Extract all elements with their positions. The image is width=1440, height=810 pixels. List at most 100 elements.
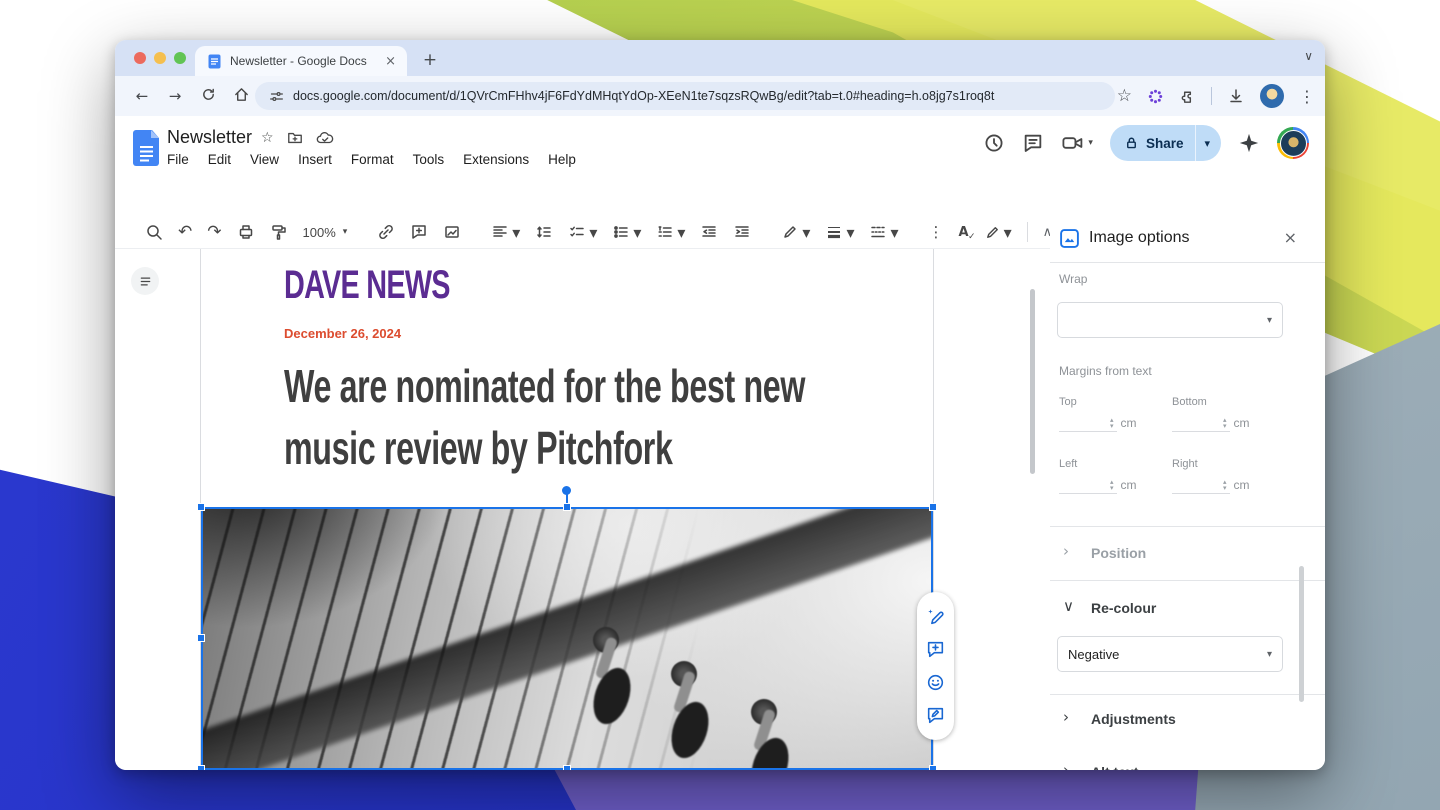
margin-bottom-stepper[interactable]: ▴▾ <box>1223 417 1227 432</box>
extensions-puzzle-icon[interactable] <box>1179 88 1196 105</box>
move-folder-icon[interactable] <box>287 130 303 146</box>
back-icon[interactable]: ← <box>127 87 157 105</box>
document-title[interactable]: Newsletter <box>167 127 252 148</box>
section-alt-text[interactable]: Alt text <box>1091 764 1138 770</box>
resize-handle-bottom-right[interactable] <box>929 765 937 770</box>
wrap-dropdown[interactable]: ▾ <box>1057 302 1283 338</box>
google-docs-logo[interactable] <box>133 130 160 166</box>
window-fullscreen-button[interactable] <box>174 52 186 64</box>
add-comment-icon[interactable] <box>410 223 428 241</box>
margin-right-field[interactable]: ▴▾ cm <box>1172 474 1250 494</box>
section-position[interactable]: Position <box>1091 545 1146 561</box>
margin-left-field[interactable]: ▴▾ cm <box>1059 474 1137 494</box>
panel-close-icon[interactable]: × <box>1284 228 1297 247</box>
resize-handle-bottom-left[interactable] <box>197 765 205 770</box>
tab-close-icon[interactable]: × <box>382 54 399 69</box>
star-doc-icon[interactable]: ☆ <box>261 130 274 146</box>
toolbar-more-icon[interactable]: ⋮ <box>929 223 944 241</box>
emoji-reaction-button[interactable] <box>925 672 946 693</box>
search-menus-icon[interactable] <box>145 223 163 241</box>
adjustments-chevron-icon[interactable]: › <box>1063 708 1069 726</box>
spellcheck-icon[interactable]: A✓ <box>959 224 969 240</box>
editing-mode-icon[interactable]: ▾ <box>984 223 1012 242</box>
menu-insert[interactable]: Insert <box>298 152 332 167</box>
reload-icon[interactable] <box>193 86 223 107</box>
browser-profile-avatar[interactable] <box>1260 84 1284 108</box>
recolour-dropdown[interactable]: Negative ▾ <box>1057 636 1283 672</box>
position-chevron-icon[interactable]: › <box>1063 542 1069 560</box>
menu-edit[interactable]: Edit <box>208 152 231 167</box>
add-comment-button[interactable] <box>925 639 946 660</box>
forward-icon[interactable]: → <box>160 87 190 105</box>
download-icon[interactable] <box>1227 87 1245 105</box>
resize-handle-top-left[interactable] <box>197 503 205 511</box>
home-icon[interactable] <box>226 86 256 107</box>
menu-extensions[interactable]: Extensions <box>463 152 529 167</box>
document-outline-button[interactable] <box>131 267 159 295</box>
section-adjustments[interactable]: Adjustments <box>1091 711 1176 727</box>
window-close-button[interactable] <box>134 52 146 64</box>
browser-menu-icon[interactable]: ⋮ <box>1299 87 1315 106</box>
suggest-edits-button[interactable] <box>925 705 946 726</box>
decrease-indent-icon[interactable] <box>700 223 718 241</box>
margin-left-stepper[interactable]: ▴▾ <box>1110 479 1114 494</box>
resize-handle-mid-left[interactable] <box>197 634 205 642</box>
tab-search-chevron-icon[interactable]: ∨ <box>1304 49 1313 63</box>
zoom-select[interactable]: 100% ▾ <box>303 225 348 240</box>
newsletter-date-text[interactable]: December 26, 2024 <box>284 326 401 341</box>
purple-extension-icon[interactable] <box>1147 88 1164 105</box>
document-scrollbar[interactable] <box>1030 289 1035 474</box>
version-history-icon[interactable] <box>983 132 1005 154</box>
new-tab-button[interactable]: + <box>417 48 443 74</box>
resize-handle-bottom-center[interactable] <box>563 765 571 770</box>
insert-link-icon[interactable] <box>377 223 395 241</box>
checklist-icon[interactable]: ▾ <box>568 223 597 242</box>
menu-view[interactable]: View <box>250 152 279 167</box>
meet-caret-icon[interactable]: ▾ <box>1088 138 1093 148</box>
gemini-edit-image-button[interactable] <box>925 606 946 627</box>
alt-text-chevron-icon[interactable]: › <box>1063 761 1069 770</box>
border-weight-icon[interactable]: ▾ <box>825 223 854 242</box>
margin-right-stepper[interactable]: ▴▾ <box>1223 479 1227 494</box>
border-dash-icon[interactable]: ▾ <box>869 223 898 242</box>
article-heading-text[interactable]: We are nominated for the best new music … <box>284 355 844 479</box>
newsletter-masthead-text[interactable]: DAVE NEWS <box>284 263 572 308</box>
align-icon[interactable]: ▾ <box>491 223 520 242</box>
margin-bottom-field[interactable]: ▴▾ cm <box>1172 412 1250 432</box>
section-recolour[interactable]: Re-colour <box>1091 600 1156 616</box>
margin-top-stepper[interactable]: ▴▾ <box>1110 417 1114 432</box>
border-color-icon[interactable]: ▾ <box>781 223 810 242</box>
meet-video-icon[interactable]: ▾ <box>1061 132 1093 154</box>
rotation-handle[interactable] <box>562 486 571 495</box>
cloud-status-icon[interactable] <box>316 130 334 146</box>
bookmark-star-icon[interactable]: ☆ <box>1117 86 1132 106</box>
line-spacing-icon[interactable] <box>535 223 553 241</box>
print-icon[interactable] <box>237 223 255 241</box>
comments-icon[interactable] <box>1022 132 1044 154</box>
bulleted-list-icon[interactable]: ▾ <box>612 223 641 242</box>
account-avatar[interactable] <box>1277 127 1309 159</box>
margin-top-field[interactable]: ▴▾ cm <box>1059 412 1137 432</box>
insert-image-icon[interactable] <box>443 223 461 241</box>
gemini-sparkle-icon[interactable] <box>1238 132 1260 154</box>
share-caret-icon[interactable]: ▾ <box>1196 125 1221 161</box>
share-button[interactable]: Share ▾ <box>1110 125 1221 161</box>
url-bar[interactable]: docs.google.com/document/d/1QVrCmFHhv4jF… <box>255 82 1115 110</box>
menu-format[interactable]: Format <box>351 152 394 167</box>
menu-file[interactable]: File <box>167 152 189 167</box>
menu-help[interactable]: Help <box>548 152 576 167</box>
site-info-icon[interactable] <box>269 89 284 104</box>
paint-format-icon[interactable] <box>270 223 288 241</box>
recolour-chevron-icon[interactable]: ∨ <box>1063 597 1074 615</box>
increase-indent-icon[interactable] <box>733 223 751 241</box>
selected-image[interactable] <box>201 507 933 770</box>
undo-icon[interactable]: ↶ <box>178 222 192 242</box>
resize-handle-top-right[interactable] <box>929 503 937 511</box>
redo-icon[interactable]: ↷ <box>207 222 221 242</box>
browser-tab[interactable]: Newsletter - Google Docs × <box>195 46 407 76</box>
numbered-list-icon[interactable]: ▾ <box>656 223 685 242</box>
window-minimize-button[interactable] <box>154 52 166 64</box>
menu-tools[interactable]: Tools <box>413 152 445 167</box>
resize-handle-top-center[interactable] <box>563 503 571 511</box>
panel-scrollbar[interactable] <box>1299 566 1304 702</box>
